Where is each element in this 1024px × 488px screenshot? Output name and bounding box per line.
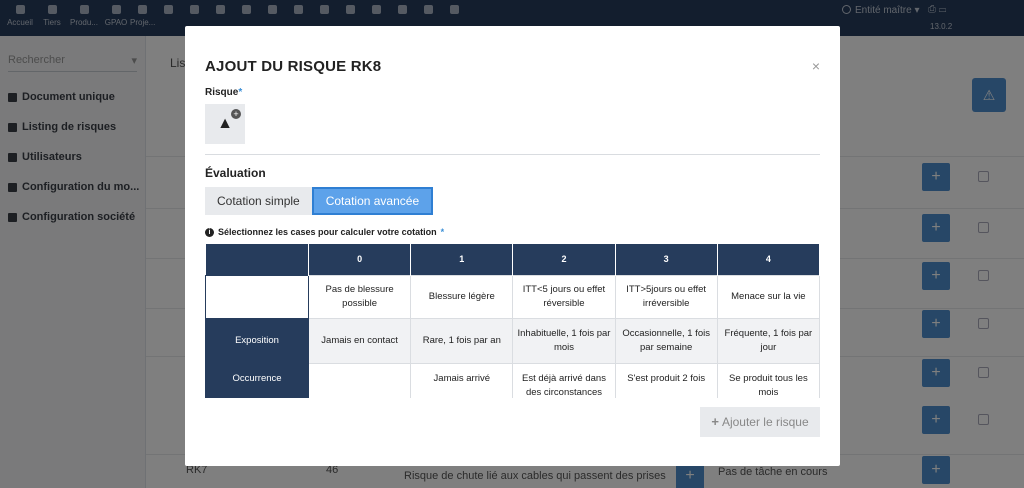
table-header-4: 4 [717,244,820,275]
cotation-cell[interactable]: ITT>5jours ou effet irréversible [614,274,718,319]
cotation-advanced-button[interactable]: Cotation avancée [311,187,434,215]
add-risk-modal: AJOUT DU RISQUE RK8 × Risque* ▲ + Évalua… [185,26,840,466]
cotation-cell[interactable]: Jamais en contact [307,317,412,364]
table-header-2: 2 [512,244,616,275]
cotation-simple-button[interactable]: Cotation simple [205,187,312,215]
cotation-cell[interactable]: Rare, 1 fois par an [410,317,514,364]
table-row-occurrence: Occurrence Jamais arrivé Est déjà arrivé… [205,362,820,398]
plus-icon: + [711,414,719,429]
risk-category-picker[interactable]: ▲ + [205,104,245,144]
cotation-cell[interactable]: Se produit tous les mois [716,362,820,398]
modal-title: AJOUT DU RISQUE RK8 [205,58,382,75]
table-header-3: 3 [615,244,718,275]
required-mark: * [238,87,243,98]
table-row-exposition: Exposition Jamais en contact Rare, 1 foi… [205,317,820,364]
cotation-cell[interactable]: Inhabituelle, 1 fois par mois [512,317,616,364]
table-header-0: 0 [308,244,412,275]
required-mark: * [440,227,445,237]
add-risk-button[interactable]: + Ajouter le risque [700,407,820,437]
plus-circle-icon: + [231,109,241,119]
cotation-cell[interactable]: Pas de blessure possible [307,274,412,319]
cotation-mode-toggle: Cotation simple Cotation avancée [205,187,434,215]
close-icon[interactable]: × [812,58,820,74]
cotation-cell[interactable]: ITT<5 jours ou effet réversible [512,274,616,319]
table-row-gravite: Gravite Pas de blessure possible Blessur… [205,274,820,319]
warning-icon: ▲ [217,115,233,132]
divider [205,154,820,155]
risk-field-label: Risque* [205,87,243,98]
cotation-hint: i Sélectionnez les cases pour calculer v… [205,227,444,237]
row-label-gravite: Gravite [205,274,309,319]
row-label-exposition: Exposition [205,317,309,364]
cotation-cell[interactable] [307,362,412,398]
table-header-1: 1 [410,244,514,275]
cotation-cell[interactable]: Menace sur la vie [716,274,820,319]
table-header-corner [205,244,309,275]
cotation-cell[interactable]: Est déjà arrivé dans des circonstances [512,362,616,398]
row-label-occurrence: Occurrence [205,362,309,398]
cotation-table-container: 0 1 2 3 4 Gravite Pas de blessure possib… [205,244,820,398]
cotation-cell[interactable]: Blessure légère [410,274,514,319]
cotation-cell[interactable]: Jamais arrivé [410,362,514,398]
cotation-cell[interactable]: Occasionnelle, 1 fois par semaine [614,317,718,364]
cotation-cell[interactable]: S'est produit 2 fois [614,362,718,398]
evaluation-title: Évaluation [205,166,266,180]
cotation-table: 0 1 2 3 4 Gravite Pas de blessure possib… [205,244,820,398]
cotation-cell[interactable]: Fréquente, 1 fois par jour [716,317,820,364]
info-icon: i [205,227,214,237]
